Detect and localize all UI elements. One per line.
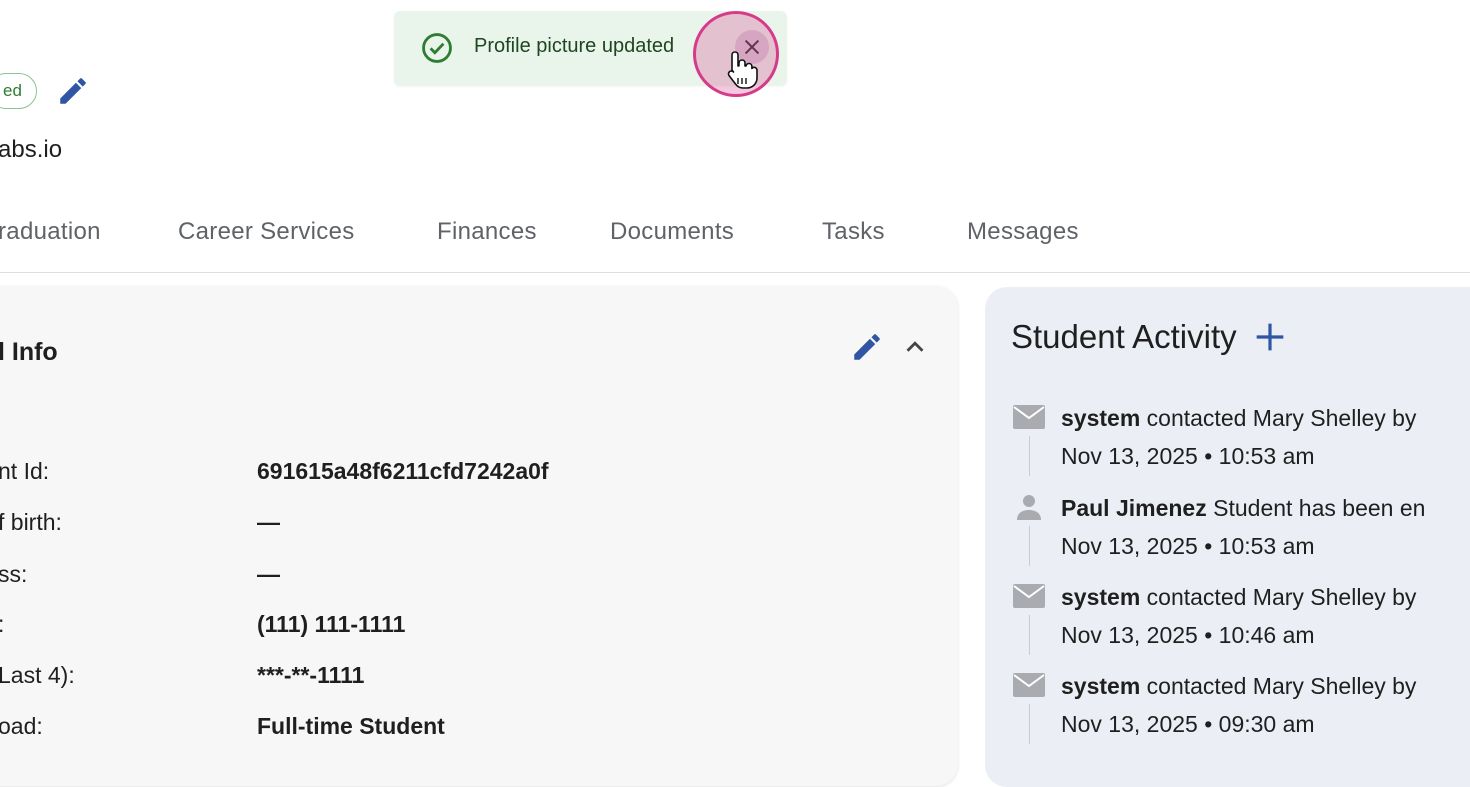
activity-text: Paul Jimenez Student has been en xyxy=(1061,495,1425,522)
edit-pencil-icon[interactable] xyxy=(850,330,884,364)
info-row-date-of-birth: f birth: — xyxy=(0,509,940,539)
mail-icon xyxy=(1013,405,1045,429)
email-text: abs.io xyxy=(0,136,63,163)
activity-item: Paul Jimenez Student has been en Nov 13,… xyxy=(1011,492,1470,572)
tab-career-services[interactable]: Career Services xyxy=(178,218,355,246)
timeline-line xyxy=(1029,436,1030,476)
status-chip: ed xyxy=(0,73,37,109)
info-label: ss: xyxy=(0,561,28,587)
info-value: — xyxy=(257,561,280,587)
activity-description: contacted Mary Shelley by xyxy=(1140,584,1417,610)
info-row-student-id: nt Id: 691615a48f6211cfd7242a0f xyxy=(0,458,940,488)
activity-text: system contacted Mary Shelley by xyxy=(1061,584,1416,611)
activity-text: system contacted Mary Shelley by xyxy=(1061,405,1416,432)
activity-actor: Paul Jimenez xyxy=(1061,495,1207,521)
tab-graduation[interactable]: raduation xyxy=(0,218,101,246)
activity-title: Student Activity xyxy=(1011,318,1237,355)
activity-description: Student has been en xyxy=(1206,495,1426,521)
mail-icon xyxy=(1013,584,1045,608)
mail-icon xyxy=(1013,673,1045,697)
activity-time: Nov 13, 2025 • 10:53 am xyxy=(1061,533,1315,559)
add-icon[interactable] xyxy=(1254,318,1286,356)
close-icon[interactable] xyxy=(741,36,763,58)
tab-bar: raduation Career Services Finances Docum… xyxy=(0,196,1470,273)
timeline-line xyxy=(1029,526,1030,566)
person-icon xyxy=(1017,495,1041,520)
activity-item: system contacted Mary Shelley by Nov 13,… xyxy=(1011,670,1470,750)
timeline-line xyxy=(1029,704,1030,744)
activity-time: Nov 13, 2025 • 10:46 am xyxy=(1061,622,1315,648)
info-value: — xyxy=(257,509,280,535)
activity-time: Nov 13, 2025 • 10:53 am xyxy=(1061,443,1315,469)
info-row-address: ss: — xyxy=(0,561,940,591)
activity-description: contacted Mary Shelley by xyxy=(1140,673,1417,699)
activity-text: system contacted Mary Shelley by xyxy=(1061,673,1416,700)
info-value: ***-**-1111 xyxy=(257,662,365,688)
toast-message: Profile picture updated xyxy=(474,35,675,57)
activity-item: system contacted Mary Shelley by Nov 13,… xyxy=(1011,581,1470,661)
info-value: (111) 111-1111 xyxy=(257,611,406,637)
check-circle-icon xyxy=(422,33,452,63)
card-title: l Info xyxy=(0,338,58,366)
activity-actor: system xyxy=(1061,673,1141,699)
chevron-up-icon[interactable] xyxy=(900,332,930,362)
info-row-load: oad: Full-time Student xyxy=(0,713,940,743)
tab-messages[interactable]: Messages xyxy=(967,218,1079,246)
tab-finances[interactable]: Finances xyxy=(437,218,537,246)
info-value: Full-time Student xyxy=(257,713,445,739)
info-label: Last 4): xyxy=(0,662,75,688)
edit-pencil-icon[interactable] xyxy=(56,74,90,108)
info-label: oad: xyxy=(0,713,43,739)
activity-item: system contacted Mary Shelley by Nov 13,… xyxy=(1011,402,1470,482)
tab-documents[interactable]: Documents xyxy=(610,218,734,246)
activity-actor: system xyxy=(1061,584,1141,610)
activity-time: Nov 13, 2025 • 09:30 am xyxy=(1061,711,1315,737)
info-row-ssn: Last 4): ***-**-1111 xyxy=(0,662,940,692)
activity-actor: system xyxy=(1061,405,1141,431)
info-value: 691615a48f6211cfd7242a0f xyxy=(257,458,549,484)
info-label: f birth: xyxy=(0,509,62,535)
info-row-phone: : (111) 111-1111 xyxy=(0,611,940,641)
info-label: nt Id: xyxy=(0,458,50,484)
info-label: : xyxy=(0,611,4,638)
timeline-line xyxy=(1029,615,1030,655)
activity-description: contacted Mary Shelley by xyxy=(1140,405,1417,431)
tab-tasks[interactable]: Tasks xyxy=(822,218,885,246)
